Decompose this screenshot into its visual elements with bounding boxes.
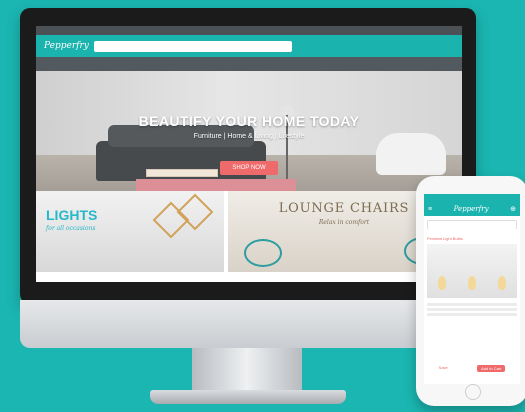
- site-header: Pepperfry: [36, 35, 462, 57]
- monitor-base: [150, 390, 346, 404]
- site-logo[interactable]: Pepperfry: [44, 41, 89, 51]
- phone-cart-icon[interactable]: ⊕: [510, 205, 516, 213]
- monitor-chin: [20, 300, 476, 348]
- hero-subheadline: Furniture | Home & Living | Lifestyle: [193, 133, 305, 140]
- phone-status-bar: [424, 194, 520, 202]
- shop-now-button[interactable]: SHOP NOW: [220, 161, 278, 175]
- monitor-neck: [192, 348, 302, 394]
- hero-headline: BEAUTIFY YOUR HOME TODAY: [138, 113, 360, 129]
- category-tiles: LIGHTS for all occasions LOUNGE CHAIRS R…: [36, 191, 462, 272]
- phone-logo[interactable]: Pepperfry: [454, 205, 489, 213]
- main-nav: [36, 57, 462, 71]
- phone-search-bar[interactable]: [427, 220, 520, 237]
- top-strip: [36, 26, 462, 35]
- hero-rug: [136, 179, 296, 191]
- phone-price: [424, 299, 520, 301]
- tile-lights[interactable]: LIGHTS for all occasions: [36, 191, 224, 272]
- hero-coffee-table: [146, 169, 218, 177]
- mobile-phone: ≡ Pepperfry ⊕ Pendant Light Bulbs Save A…: [416, 176, 525, 406]
- phone-text-line: [427, 303, 517, 306]
- search-input[interactable]: [98, 43, 288, 49]
- phone-product-image[interactable]: [427, 244, 517, 298]
- mobile-website: ≡ Pepperfry ⊕ Pendant Light Bulbs Save A…: [424, 194, 520, 384]
- tile-lights-title: LIGHTS: [46, 207, 98, 223]
- phone-app-bar: ≡ Pepperfry ⊕: [424, 202, 520, 216]
- save-button[interactable]: Save: [439, 365, 448, 372]
- tile-lights-subtitle: for all occasions: [46, 225, 96, 232]
- bulb-icon: [468, 276, 476, 290]
- lounge-chair-icon: [244, 239, 282, 267]
- desktop-website: Pepperfry BEAUTIFY YOUR HOME TODAY Furni…: [36, 26, 462, 282]
- phone-menu-icon[interactable]: ≡: [428, 206, 432, 213]
- phone-home-button[interactable]: [465, 384, 481, 400]
- bulb-icon: [438, 276, 446, 290]
- hero-banner[interactable]: BEAUTIFY YOUR HOME TODAY Furniture | Hom…: [36, 71, 462, 191]
- phone-text-line: [427, 308, 517, 311]
- phone-text-line: [427, 313, 517, 316]
- phone-action-bar: Save Add to Cart: [424, 365, 520, 372]
- add-to-cart-button[interactable]: Add to Cart: [477, 365, 506, 372]
- search-bar[interactable]: [94, 40, 292, 52]
- bulb-icon: [498, 276, 506, 290]
